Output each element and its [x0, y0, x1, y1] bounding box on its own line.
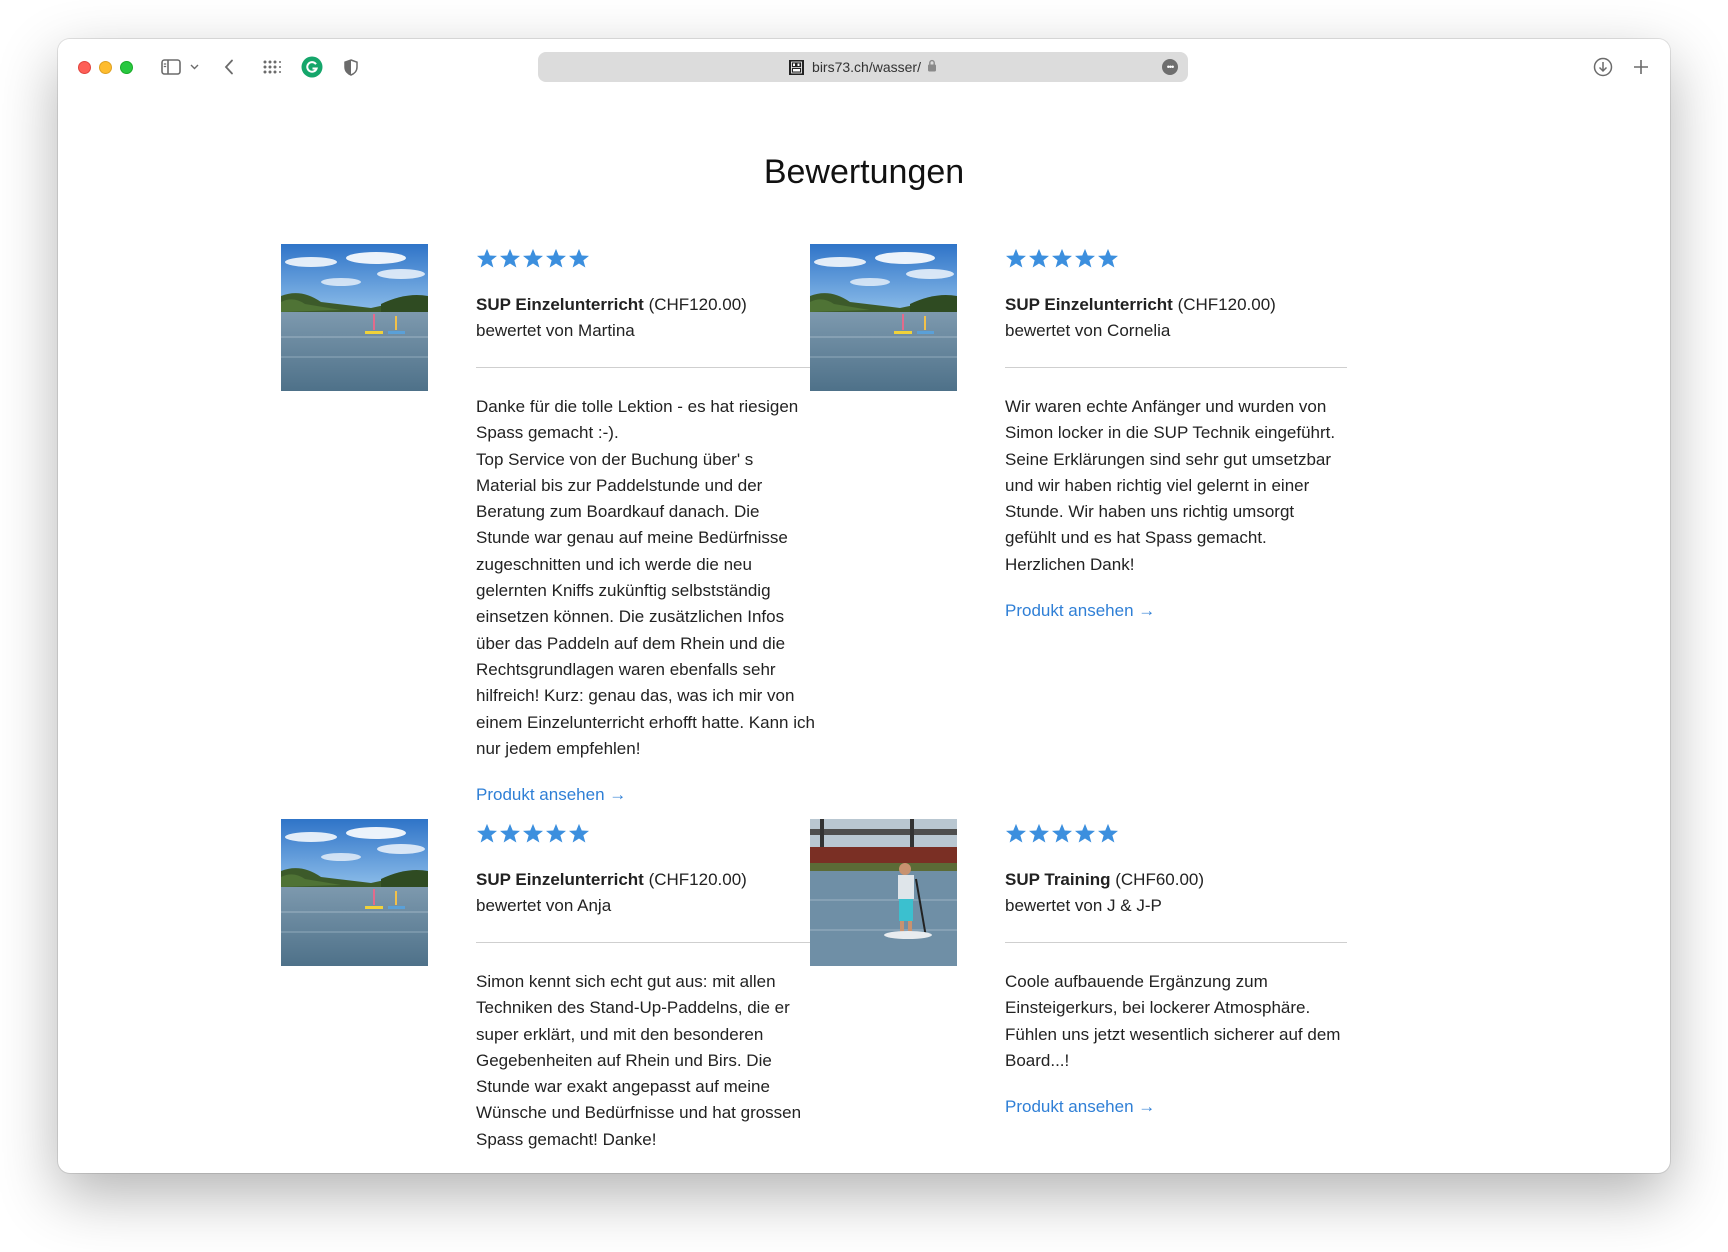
review-product-name: SUP Einzelunterricht [1005, 295, 1173, 314]
review-body: SUP Einzelunterricht (CHF120.00) bewerte… [476, 819, 818, 1153]
review-product-price: (CHF120.00) [648, 870, 747, 889]
review-product-price: (CHF120.00) [648, 295, 747, 314]
star-icon [522, 823, 544, 843]
review-product-name: SUP Einzelunterricht [476, 870, 644, 889]
star-icon [522, 248, 544, 268]
star-rating [476, 248, 818, 268]
view-product-link[interactable]: Produkt ansehen → [476, 785, 626, 805]
review-product-price: (CHF120.00) [1177, 295, 1276, 314]
star-icon [1005, 248, 1027, 268]
river-paddlers-photo[interactable] [281, 244, 428, 391]
review-author: bewertet von J & J-P [1005, 896, 1162, 915]
review-paragraph: Coole aufbauende Ergänzung zum Einsteige… [1005, 972, 1341, 1070]
star-icon [476, 823, 498, 843]
river-paddlers-photo[interactable] [810, 244, 957, 391]
new-tab-plus-icon[interactable] [1632, 54, 1650, 80]
review-author: bewertet von Anja [476, 896, 612, 915]
review-divider [1005, 367, 1347, 368]
back-arrow-icon[interactable] [222, 54, 236, 80]
chevron-down-icon[interactable] [188, 54, 200, 80]
star-icon [1074, 823, 1096, 843]
review-divider [476, 367, 818, 368]
star-icon [1074, 248, 1096, 268]
review-paragraph: Top Service von der Buchung über' s Mate… [476, 449, 815, 758]
review-body: SUP Einzelunterricht (CHF120.00) bewerte… [1005, 244, 1347, 621]
star-icon [1028, 823, 1050, 843]
review-body: SUP Einzelunterricht (CHF120.00) bewerte… [476, 244, 818, 805]
browser-window: birs73.ch/wasser/ ••• Bewertungen SUP Ei… [58, 39, 1670, 1173]
page-menu-more-icon[interactable]: ••• [1162, 59, 1178, 75]
zoom-window-button[interactable] [120, 61, 133, 74]
downloads-icon[interactable] [1592, 54, 1614, 80]
star-rating [1005, 823, 1347, 843]
star-icon [1028, 248, 1050, 268]
address-bar[interactable]: birs73.ch/wasser/ ••• [538, 52, 1188, 82]
river-paddlers-photo[interactable] [281, 819, 428, 966]
star-icon [545, 248, 567, 268]
tab-overview-grid-icon[interactable] [261, 54, 283, 80]
browser-toolbar: birs73.ch/wasser/ ••• [58, 39, 1670, 93]
url-text: birs73.ch/wasser/ [812, 59, 921, 75]
star-icon [476, 248, 498, 268]
review-text: Wir waren echte Anfänger und wurden von … [1005, 394, 1347, 578]
star-icon [1051, 823, 1073, 843]
star-rating [476, 823, 818, 843]
review-paragraph: Wir waren echte Anfänger und wurden von … [1005, 397, 1336, 574]
harbor-paddler-photo[interactable] [810, 819, 957, 966]
review-text: Simon kennt sich echt gut aus: mit allen… [476, 969, 818, 1153]
minimize-window-button[interactable] [99, 61, 112, 74]
grammarly-extension-icon[interactable] [301, 54, 323, 80]
star-icon [499, 823, 521, 843]
review-divider [1005, 942, 1347, 943]
review-product-name: SUP Einzelunterricht [476, 295, 644, 314]
review-body: SUP Training (CHF60.00) bewertet von J &… [1005, 819, 1347, 1117]
star-icon [1097, 823, 1119, 843]
view-product-link[interactable]: Produkt ansehen → [1005, 601, 1155, 621]
review-author: bewertet von Cornelia [1005, 321, 1171, 340]
review-paragraph: Danke für die tolle Lektion - es hat rie… [476, 397, 799, 443]
star-icon [545, 823, 567, 843]
review-author: bewertet von Martina [476, 321, 635, 340]
star-rating [1005, 248, 1347, 268]
review-product-line: SUP Training (CHF60.00) [1005, 867, 1347, 893]
close-window-button[interactable] [78, 61, 91, 74]
review-product-price: (CHF60.00) [1115, 870, 1205, 889]
star-icon [1051, 248, 1073, 268]
star-icon [499, 248, 521, 268]
review-divider [476, 942, 818, 943]
star-icon [1097, 248, 1119, 268]
sidebar-toggle-icon[interactable] [160, 54, 182, 80]
review-text: Coole aufbauende Ergänzung zum Einsteige… [1005, 969, 1347, 1074]
site-favicon-icon [789, 59, 805, 75]
review-product-line: SUP Einzelunterricht (CHF120.00) [476, 292, 818, 318]
privacy-shield-icon[interactable] [342, 54, 360, 80]
review-product-line: SUP Einzelunterricht (CHF120.00) [1005, 292, 1347, 318]
star-icon [1005, 823, 1027, 843]
review-product-line: SUP Einzelunterricht (CHF120.00) [476, 867, 818, 893]
star-icon [568, 248, 590, 268]
review-product-name: SUP Training [1005, 870, 1111, 889]
review-paragraph: Simon kennt sich echt gut aus: mit allen… [476, 972, 802, 1149]
star-icon [568, 823, 590, 843]
view-product-link[interactable]: Produkt ansehen → [1005, 1097, 1155, 1117]
review-text: Danke für die tolle Lektion - es hat rie… [476, 394, 818, 762]
lock-icon [927, 59, 937, 75]
page-title: Bewertungen [763, 153, 965, 191]
page-content: Bewertungen SUP Einzelunterricht (CHF120… [58, 93, 1670, 1173]
